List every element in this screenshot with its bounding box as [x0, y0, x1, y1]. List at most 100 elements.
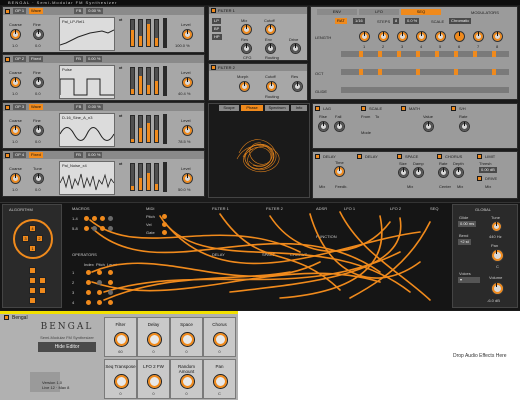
tab-seq[interactable]: SEQ	[401, 9, 441, 15]
algo-preset-button[interactable]	[29, 297, 36, 304]
patch-jack[interactable]	[108, 270, 113, 275]
patch-jack[interactable]	[84, 226, 89, 231]
seq-step-knob[interactable]	[454, 31, 465, 42]
seq-step-knob[interactable]	[397, 31, 408, 42]
filter1-env-knob[interactable]	[265, 43, 276, 54]
operator-enable-toggle[interactable]	[5, 56, 10, 62]
time-value[interactable]: 1/16	[353, 18, 365, 24]
ratio-icon[interactable]: ⇄	[119, 161, 122, 166]
algo-preset-button[interactable]	[29, 287, 36, 294]
filter-type-button[interactable]: BP	[212, 26, 222, 32]
operator-mode-button[interactable]: Wave	[29, 104, 44, 110]
fine-knob[interactable]	[33, 29, 44, 40]
thresh-value[interactable]: 0.00 dB	[479, 167, 497, 173]
tune-knob[interactable]	[491, 221, 502, 232]
env-slider-r[interactable]	[154, 19, 159, 47]
chorus-enable-toggle[interactable]	[437, 154, 442, 159]
feedback-value[interactable]: 0.00 %	[85, 152, 103, 158]
scale-value[interactable]: Chromatic	[449, 18, 472, 24]
coarse-knob[interactable]	[10, 173, 21, 184]
math-enable-toggle[interactable]	[401, 106, 406, 111]
macro-knob-2[interactable]: Delay 0	[137, 317, 170, 357]
seq-step-knob[interactable]	[359, 31, 370, 42]
lag-rise-knob[interactable]	[318, 121, 329, 132]
seq-step-knob[interactable]	[435, 31, 446, 42]
seq-step-knob[interactable]	[378, 31, 389, 42]
rate-mode-button[interactable]: RAT	[335, 18, 347, 24]
operator-enable-toggle[interactable]	[5, 8, 10, 14]
tab-info[interactable]: Info	[291, 105, 307, 111]
patch-jack[interactable]	[162, 230, 167, 235]
space-damp-knob[interactable]	[413, 167, 424, 178]
filter2-morph-knob[interactable]	[239, 81, 250, 92]
drop-zone-hint[interactable]: Drop Audio Effects Here	[453, 353, 507, 359]
patch-jack[interactable]	[162, 214, 167, 219]
patch-jack[interactable]	[108, 216, 113, 221]
filter1-enable-toggle[interactable]	[211, 8, 216, 13]
glide-value[interactable]: 0.00 ms	[458, 221, 477, 227]
limit-enable-toggle[interactable]	[477, 154, 482, 159]
env-slider-d[interactable]	[138, 67, 143, 95]
level-knob[interactable]	[182, 29, 193, 40]
tab-env[interactable]: ENV	[317, 9, 357, 15]
waveform-display[interactable]: Pal_LP-Rel1	[59, 17, 115, 51]
level-knob[interactable]	[182, 125, 193, 136]
drive-enable-toggle[interactable]	[477, 176, 482, 181]
macro-knob-3[interactable]: Space 0	[170, 317, 203, 357]
macro-knob-8[interactable]: Pan C	[203, 359, 236, 399]
space-enable-toggle[interactable]	[397, 154, 402, 159]
patch-jack[interactable]	[86, 280, 91, 285]
patch-jack[interactable]	[108, 290, 113, 295]
filter2-cutoff-knob[interactable]	[266, 81, 277, 92]
math-value-knob[interactable]	[423, 121, 434, 132]
bend-value[interactable]: +2 st	[458, 239, 471, 245]
fine-knob[interactable]	[33, 77, 44, 88]
operator-mode-button[interactable]: Wave	[29, 8, 44, 14]
patch-jack[interactable]	[162, 222, 167, 227]
patch-jack[interactable]	[86, 290, 91, 295]
tab-spectrum[interactable]: Spectrum	[265, 105, 289, 111]
operator-mode-button[interactable]: Fixed	[29, 152, 43, 158]
filter1-cutoff-knob[interactable]	[265, 24, 276, 35]
seq-step-knob[interactable]	[473, 31, 484, 42]
filter1-mix-knob[interactable]	[241, 24, 252, 35]
env-slider-a[interactable]	[130, 19, 135, 47]
filter1-res-knob[interactable]	[241, 43, 252, 54]
chorus-depth-knob[interactable]	[453, 167, 464, 178]
sh-enable-toggle[interactable]	[451, 106, 456, 111]
lag-fall-knob[interactable]	[334, 121, 345, 132]
seq-step-knob[interactable]	[492, 31, 503, 42]
macro-knob-1[interactable]: Filter 60	[104, 317, 137, 357]
level-knob[interactable]	[182, 77, 193, 88]
fine-knob[interactable]	[33, 125, 44, 136]
env-slider-d[interactable]	[138, 163, 143, 191]
feedback-value[interactable]: 0.00 %	[85, 56, 103, 62]
env-slider-a[interactable]	[130, 115, 135, 143]
env-slider-r[interactable]	[154, 115, 159, 143]
patch-jack[interactable]	[92, 216, 97, 221]
patch-jack[interactable]	[86, 300, 91, 305]
waveform-display[interactable]: Pulse	[59, 65, 115, 99]
device-on-toggle[interactable]	[4, 315, 9, 320]
swing-value[interactable]: 0.0 %	[405, 18, 420, 24]
macro-knob-4[interactable]: Chorus 0	[203, 317, 236, 357]
env-slider-s[interactable]	[146, 163, 151, 191]
coarse-knob[interactable]	[10, 125, 21, 136]
ratio-icon[interactable]: ⇄	[119, 17, 122, 22]
env-slider-r[interactable]	[154, 163, 159, 191]
patch-jack[interactable]	[84, 216, 89, 221]
pan-knob[interactable]	[491, 249, 504, 262]
env-slider-s[interactable]	[146, 115, 151, 143]
ratio-icon[interactable]: ⇄	[119, 113, 122, 118]
ratio-icon[interactable]: ⇄	[119, 65, 122, 70]
steps-value[interactable]: 8	[393, 18, 400, 24]
patch-jack[interactable]	[100, 216, 105, 221]
seq-step-knob[interactable]	[416, 31, 427, 42]
tune-knob[interactable]	[33, 173, 44, 184]
waveform-display[interactable]: D-16_Sine_A_n3	[59, 113, 115, 147]
patch-jack[interactable]	[92, 226, 97, 231]
chorus-rate-knob[interactable]	[438, 167, 449, 178]
tab-lfo[interactable]: LFO	[359, 9, 399, 15]
env-slider-s[interactable]	[146, 67, 151, 95]
macro-knob-5[interactable]: Seq Transpose 0	[104, 359, 137, 399]
